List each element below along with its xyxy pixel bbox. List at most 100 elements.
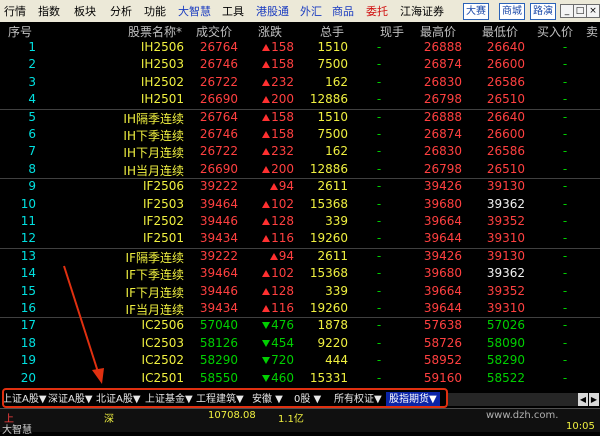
row-price: 58290 xyxy=(199,353,238,368)
row-change: 460 xyxy=(248,371,294,385)
row-current: - xyxy=(376,144,382,159)
table-row[interactable]: 1 IH2506 26764 158 1510 - 26888 26640 - xyxy=(0,39,600,58)
row-change-value: 128 xyxy=(271,214,294,228)
row-name: IH2502 xyxy=(140,74,184,89)
mall-button[interactable]: 商城 xyxy=(499,3,525,20)
menu-index[interactable]: 指数 xyxy=(38,3,60,19)
row-change-value: 200 xyxy=(271,161,294,176)
row-low: 58522 xyxy=(486,370,525,385)
row-name: IF2502 xyxy=(143,214,184,228)
row-high: 39664 xyxy=(423,283,462,298)
header-ask[interactable]: 卖 xyxy=(586,23,598,40)
header-volume[interactable]: 总手 xyxy=(320,23,344,40)
close-icon[interactable]: × xyxy=(586,4,600,18)
row-bid: - xyxy=(562,231,568,246)
header-price[interactable]: 成交价 xyxy=(196,23,232,40)
row-change: 454 xyxy=(248,336,294,350)
table-row[interactable]: 6 IH下季连续 26746 158 7500 - 26874 26600 - xyxy=(0,126,600,145)
header-index[interactable]: 序号 xyxy=(8,23,32,40)
header-high[interactable]: 最高价 xyxy=(420,23,456,40)
row-current: - xyxy=(376,370,382,385)
row-high: 26830 xyxy=(423,74,462,89)
header-change[interactable]: 涨跌 xyxy=(258,23,282,40)
menu-sector[interactable]: 板块 xyxy=(74,3,96,19)
status-ticker-value: 10708.08 xyxy=(208,410,256,421)
table-row[interactable]: 20 IC2501 58550 460 15331 - 59160 58522 - xyxy=(0,370,600,389)
maximize-icon[interactable]: □ xyxy=(573,4,587,18)
row-current: - xyxy=(376,109,382,124)
row-price: 26722 xyxy=(199,144,238,159)
row-change-value: 232 xyxy=(271,74,294,89)
row-price: 39222 xyxy=(199,248,238,263)
table-row[interactable]: 2 IH2503 26746 158 7500 - 26874 26600 - xyxy=(0,56,600,75)
row-volume: 339 xyxy=(325,214,348,228)
scroll-right-icon[interactable]: ▶ xyxy=(589,393,599,406)
table-row[interactable]: 8 IH当月连续 26690 200 12886 - 26798 26510 - xyxy=(0,161,600,180)
row-price: 39464 xyxy=(199,266,238,281)
row-high: 58952 xyxy=(423,353,462,368)
row-name: IH2506 xyxy=(140,40,184,54)
row-current: - xyxy=(376,92,382,107)
table-row[interactable]: 3 IH2502 26722 232 162 - 26830 26586 - xyxy=(0,74,600,93)
row-name: IH下季连续 xyxy=(123,129,184,143)
header-low[interactable]: 最低价 xyxy=(482,23,518,40)
arrow-up-icon xyxy=(262,78,271,86)
roadshow-button[interactable]: 路演 xyxy=(530,3,556,20)
row-change-value: 460 xyxy=(271,370,294,385)
table-row[interactable]: 9 IF2506 39222 94 2611 - 39426 39130 - xyxy=(0,178,600,197)
row-change-value: 232 xyxy=(271,144,294,159)
row-bid: - xyxy=(562,318,568,333)
row-change-value: 116 xyxy=(271,231,294,246)
row-volume: 444 xyxy=(325,353,348,368)
menu-hk-connect[interactable]: 港股通 xyxy=(256,3,289,19)
scroll-left-icon[interactable]: ◀ xyxy=(578,393,588,406)
row-index: 7 xyxy=(28,144,36,159)
tab-scroll-track[interactable] xyxy=(448,393,578,406)
menu-dzh[interactable]: 大智慧 xyxy=(178,3,211,19)
row-change: 128 xyxy=(248,214,294,228)
menu-analysis[interactable]: 分析 xyxy=(110,3,132,19)
header-bid[interactable]: 买入价 xyxy=(537,23,573,40)
menu-quotes[interactable]: 行情 xyxy=(4,3,26,19)
menu-forex[interactable]: 外汇 xyxy=(300,3,322,19)
contest-button[interactable]: 大赛 xyxy=(463,3,489,20)
menu-function[interactable]: 功能 xyxy=(144,3,166,19)
arrow-up-icon xyxy=(262,148,271,156)
menu-tools[interactable]: 工具 xyxy=(222,3,244,19)
table-row[interactable]: 10 IF2503 39464 102 15368 - 39680 39362 - xyxy=(0,196,600,215)
row-bid: - xyxy=(562,161,568,176)
minimize-icon[interactable]: _ xyxy=(560,4,574,18)
row-high: 39644 xyxy=(423,301,462,315)
table-row[interactable]: 7 IH下月连续 26722 232 162 - 26830 26586 - xyxy=(0,143,600,162)
table-row[interactable]: 14 IF下季连续 39464 102 15368 - 39680 39362 - xyxy=(0,265,600,284)
table-row[interactable]: 16 IF当月连续 39434 116 19260 - 39644 39310 - xyxy=(0,300,600,319)
row-price: 26746 xyxy=(199,127,238,141)
row-change: 94 xyxy=(248,179,294,193)
row-change: 94 xyxy=(248,249,294,263)
row-change: 116 xyxy=(248,231,294,245)
row-low: 58290 xyxy=(486,353,525,368)
table-row[interactable]: 19 IC2502 58290 720 444 - 58952 58290 - xyxy=(0,352,600,371)
menu-broker[interactable]: 江海证券 xyxy=(400,3,444,19)
row-index: 18 xyxy=(20,335,36,350)
row-volume: 1878 xyxy=(317,318,348,333)
header-current[interactable]: 现手 xyxy=(380,23,404,40)
menu-commodity[interactable]: 商品 xyxy=(332,3,354,19)
menu-order[interactable]: 委托 xyxy=(366,3,388,19)
arrow-down-icon xyxy=(262,322,271,330)
table-row[interactable]: 18 IC2503 58126 454 9220 - 58726 58090 - xyxy=(0,335,600,354)
header-name[interactable]: 股票名称* xyxy=(128,23,182,40)
table-row[interactable]: 12 IF2501 39434 116 19260 - 39644 39310 - xyxy=(0,230,600,249)
table-row[interactable]: 5 IH隔季连续 26764 158 1510 - 26888 26640 - xyxy=(0,109,600,128)
row-low: 58090 xyxy=(486,335,525,350)
table-row[interactable]: 11 IF2502 39446 128 339 - 39664 39352 - xyxy=(0,213,600,232)
status-sz-label: 深 xyxy=(104,414,114,425)
table-row[interactable]: 13 IF隔季连续 39222 94 2611 - 39426 39130 - xyxy=(0,248,600,267)
row-name: IC2503 xyxy=(141,335,184,350)
row-volume: 15368 xyxy=(309,266,348,281)
table-row[interactable]: 4 IH2501 26690 200 12886 - 26798 26510 - xyxy=(0,91,600,110)
table-row[interactable]: 15 IF下月连续 39446 128 339 - 39664 39352 - xyxy=(0,283,600,302)
row-change-value: 102 xyxy=(271,266,294,281)
table-row[interactable]: 17 IC2506 57040 476 1878 - 57638 57026 - xyxy=(0,317,600,336)
row-name: IF隔季连续 xyxy=(125,250,184,265)
